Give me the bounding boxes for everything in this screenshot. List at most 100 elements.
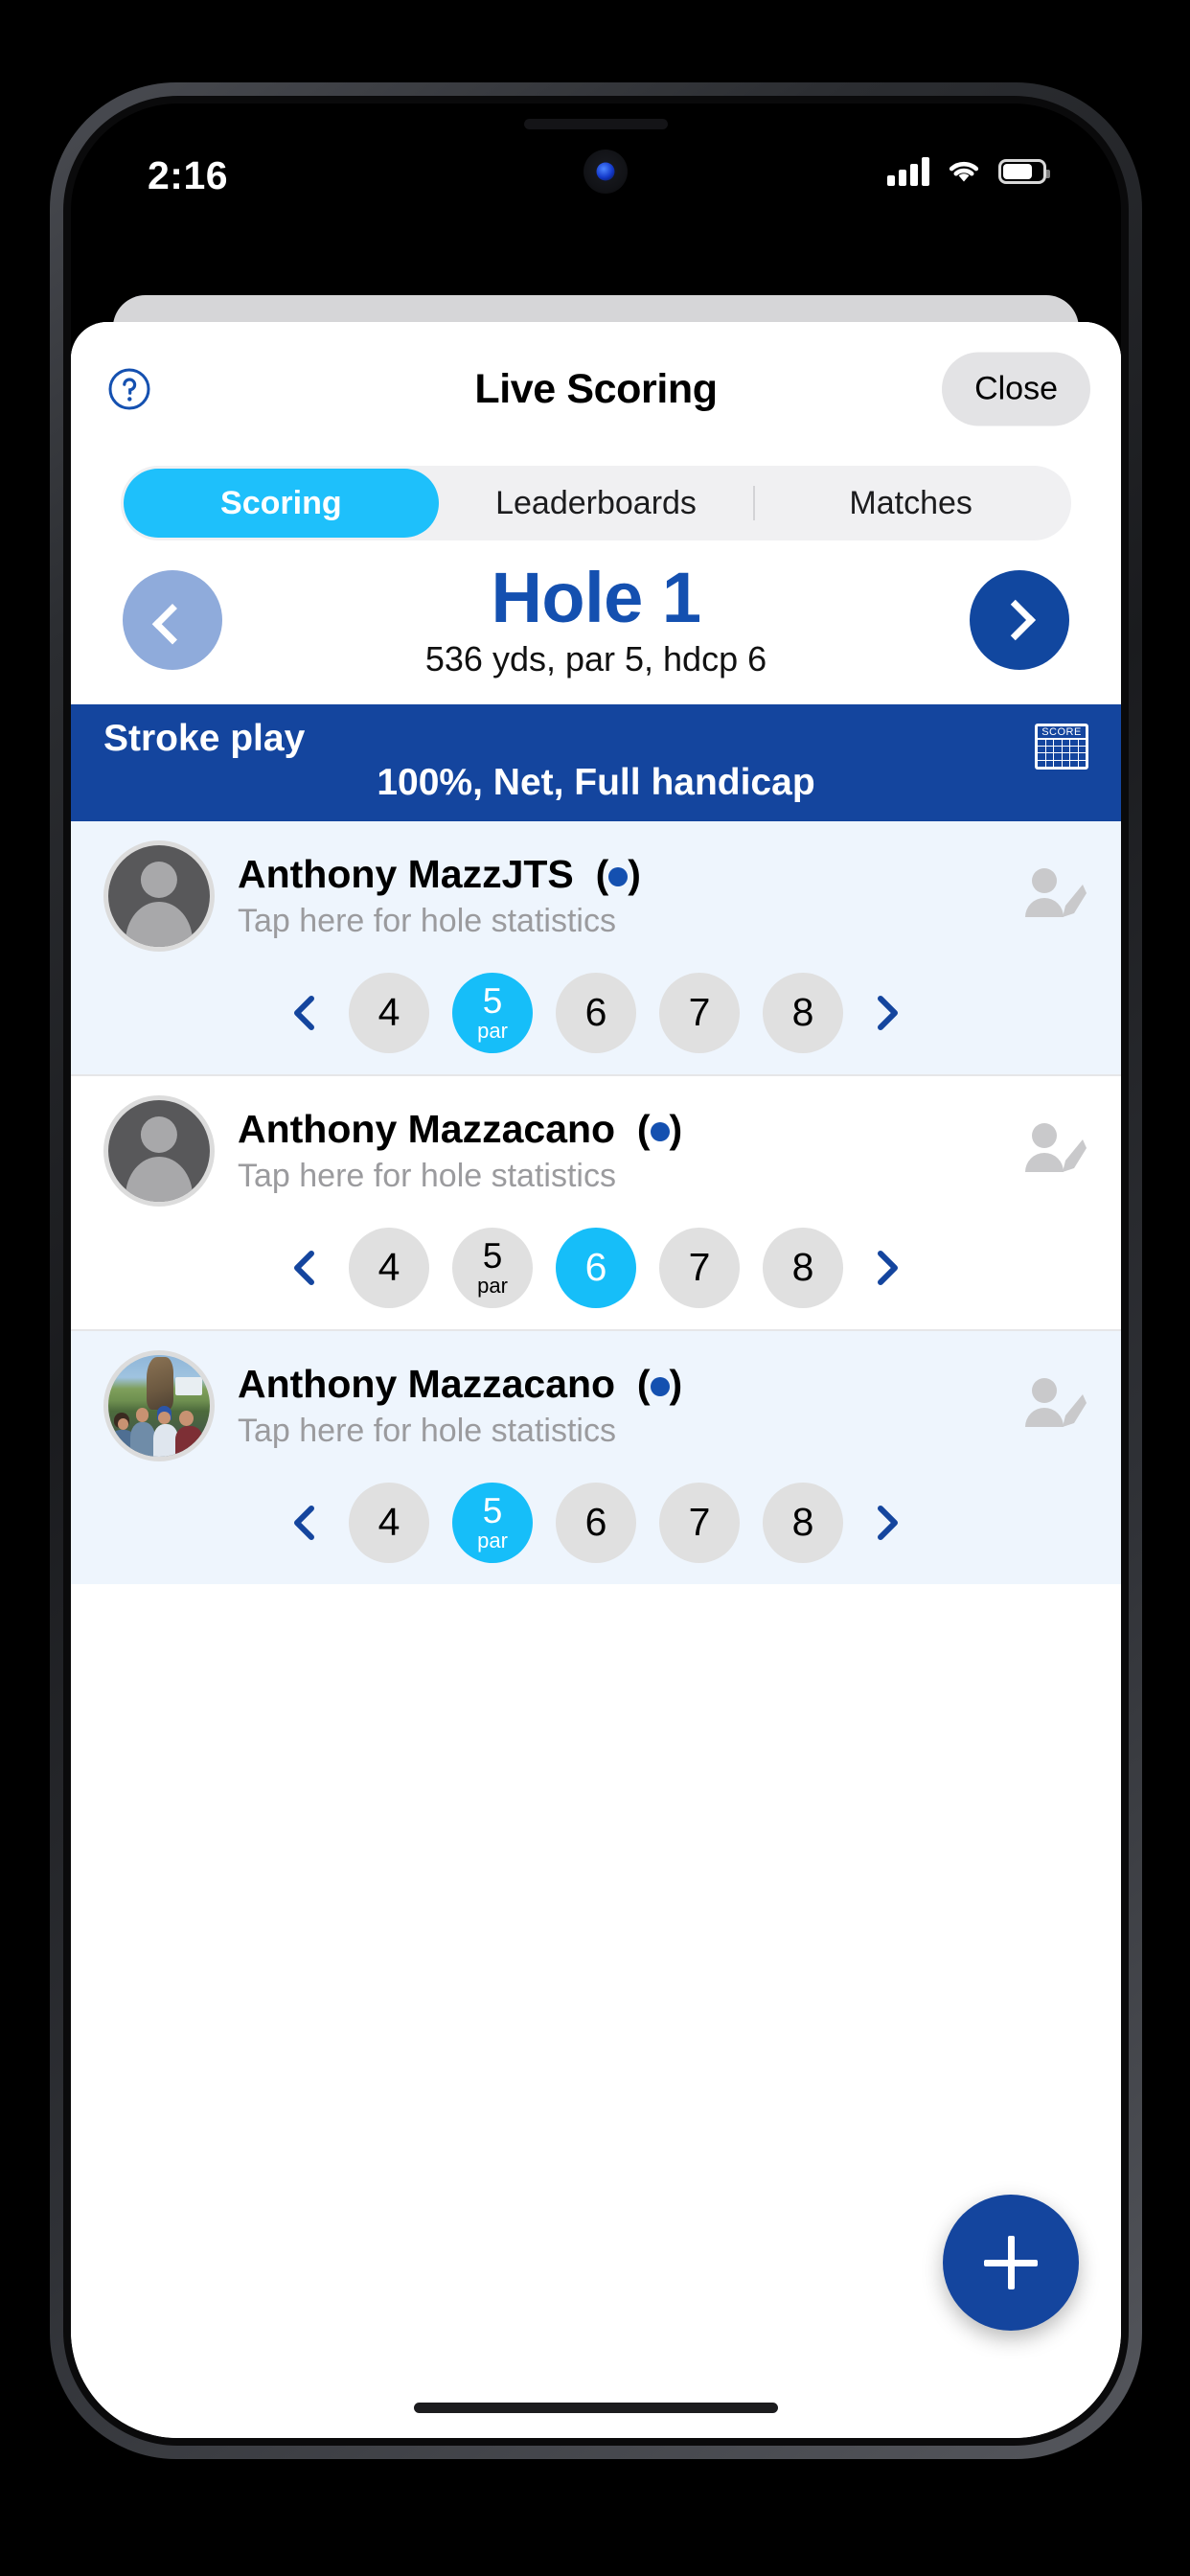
player-row[interactable]: Anthony Mazzacano () Tap here for hole s… (71, 1328, 1121, 1584)
status-indicators (887, 157, 1050, 186)
edit-player-icon[interactable] (1019, 863, 1088, 929)
plus-icon-vertical (1007, 2236, 1015, 2289)
chevron-right-icon (995, 600, 1036, 641)
photo-statue (147, 1357, 173, 1411)
tab-matches[interactable]: Matches (753, 469, 1068, 538)
battery-icon (998, 159, 1050, 184)
score-option[interactable]: 8 (763, 972, 843, 1053)
home-indicator[interactable] (414, 2403, 778, 2413)
player-name: Anthony Mazzacano () (238, 1362, 1088, 1407)
chevron-left-icon (151, 604, 194, 645)
edit-player-icon[interactable] (1019, 1373, 1088, 1438)
front-camera-icon (584, 150, 628, 194)
tab-bar-container: Scoring Leaderboards Matches (71, 456, 1121, 540)
par-label: par (477, 1019, 508, 1044)
phone-frame: 2:16 Live Scoring Close Scoring Leaderbo… (50, 82, 1142, 2459)
page-title: Live Scoring (474, 365, 718, 412)
player-header[interactable]: Anthony MazzJTS () Tap here for hole sta… (71, 840, 1121, 952)
player-subtitle: Tap here for hole statistics (238, 1412, 616, 1449)
score-option[interactable]: 7 (659, 1227, 740, 1308)
avatar-photo (108, 1354, 210, 1457)
score-option[interactable]: 4 (349, 1482, 429, 1563)
format-subtitle: 100%, Net, Full handicap (377, 761, 815, 803)
scorecard-icon-label: SCORE (1038, 725, 1086, 738)
tee-dot-icon (650, 1376, 670, 1396)
tab-leaderboards[interactable]: Leaderboards (439, 469, 754, 538)
hole-details: 536 yds, par 5, hdcp 6 (424, 638, 767, 678)
hole-info: Hole 1 536 yds, par 5, hdcp 6 (222, 558, 970, 679)
score-prev-button[interactable] (286, 1503, 326, 1543)
score-value: 5 (482, 1491, 503, 1531)
tee-marker: () (626, 1361, 683, 1406)
score-option[interactable]: 4 (349, 972, 429, 1053)
player-subtitle: Tap here for hole statistics (238, 902, 616, 939)
player-list: Anthony MazzJTS () Tap here for hole sta… (71, 820, 1121, 2438)
score-option[interactable]: 6 (556, 1482, 636, 1563)
previous-hole-button[interactable] (123, 570, 222, 671)
score-prev-button[interactable] (286, 1248, 326, 1288)
format-banner: Stroke play 100%, Net, Full handicap SCO… (71, 703, 1121, 821)
phone-screen: 2:16 Live Scoring Close Scoring Leaderbo… (71, 104, 1121, 2438)
score-option[interactable]: 6 (556, 1227, 636, 1308)
player-row[interactable]: Anthony MazzJTS () Tap here for hole sta… (71, 820, 1121, 1074)
player-header[interactable]: Anthony Mazzacano () Tap here for hole s… (71, 1349, 1121, 1461)
tee-marker: () (626, 1106, 683, 1151)
hole-title: Hole 1 (491, 558, 701, 637)
score-option[interactable]: 5 par (452, 1482, 533, 1563)
player-identity: Anthony Mazzacano () Tap here for hole s… (238, 1362, 1088, 1450)
score-value: 5 (482, 1236, 503, 1276)
next-hole-button[interactable] (970, 570, 1069, 671)
avatar[interactable] (103, 1349, 215, 1461)
avatar-placeholder-icon (108, 844, 210, 947)
cellular-signal-icon (887, 157, 929, 186)
format-title: Stroke play (103, 717, 306, 759)
score-next-button[interactable] (866, 1248, 906, 1288)
wifi-icon (949, 161, 979, 182)
phone-bezel: 2:16 Live Scoring Close Scoring Leaderbo… (63, 96, 1129, 2446)
scorecard-icon[interactable]: SCORE (1035, 723, 1088, 770)
avatar[interactable] (103, 1094, 215, 1207)
photo-sign (174, 1377, 202, 1396)
avatar[interactable] (103, 840, 215, 952)
par-label: par (477, 1274, 508, 1299)
player-identity: Anthony MazzJTS () Tap here for hole sta… (238, 852, 1088, 940)
score-selector: 4 5 par 6 7 8 (71, 1482, 1121, 1563)
score-option[interactable]: 5 par (452, 1227, 533, 1308)
tee-dot-icon (650, 1121, 670, 1141)
status-time: 2:16 (148, 153, 229, 197)
score-selector: 4 5 par 6 7 8 (71, 972, 1121, 1053)
score-selector: 4 5 par 6 7 8 (71, 1227, 1121, 1308)
par-label: par (477, 1529, 508, 1553)
live-scoring-sheet: Live Scoring Close Scoring Leaderboards … (71, 322, 1121, 2438)
score-next-button[interactable] (866, 1503, 906, 1543)
earpiece-speaker (524, 119, 668, 129)
player-name: Anthony Mazzacano () (238, 1107, 1088, 1152)
tee-dot-icon (608, 866, 629, 886)
score-prev-button[interactable] (286, 993, 326, 1033)
add-button[interactable] (943, 2195, 1079, 2331)
player-name-text: Anthony Mazzacano (238, 1361, 616, 1406)
player-header[interactable]: Anthony Mazzacano () Tap here for hole s… (71, 1094, 1121, 1207)
tee-marker: () (584, 851, 641, 896)
close-button[interactable]: Close (942, 352, 1090, 426)
score-option[interactable]: 8 (763, 1482, 843, 1563)
edit-player-icon[interactable] (1019, 1118, 1088, 1184)
screenshot-root: 2:16 Live Scoring Close Scoring Leaderbo… (0, 0, 1190, 2576)
score-option[interactable]: 7 (659, 1482, 740, 1563)
player-subtitle: Tap here for hole statistics (238, 1157, 616, 1194)
score-option[interactable]: 5 par (452, 972, 533, 1053)
segmented-control: Scoring Leaderboards Matches (121, 466, 1071, 540)
player-name-text: Anthony MazzJTS (238, 851, 574, 896)
scorecard-icon-grid (1038, 739, 1086, 767)
score-option[interactable]: 6 (556, 972, 636, 1053)
player-name-text: Anthony Mazzacano (238, 1106, 616, 1151)
score-next-button[interactable] (866, 993, 906, 1033)
help-circle-icon[interactable] (107, 367, 151, 411)
tab-scoring[interactable]: Scoring (124, 469, 439, 538)
score-option[interactable]: 4 (349, 1227, 429, 1308)
score-option[interactable]: 7 (659, 972, 740, 1053)
score-option[interactable]: 8 (763, 1227, 843, 1308)
player-row[interactable]: Anthony Mazzacano () Tap here for hole s… (71, 1073, 1121, 1329)
player-identity: Anthony Mazzacano () Tap here for hole s… (238, 1107, 1088, 1195)
hole-navigator: Hole 1 536 yds, par 5, hdcp 6 (71, 540, 1121, 704)
